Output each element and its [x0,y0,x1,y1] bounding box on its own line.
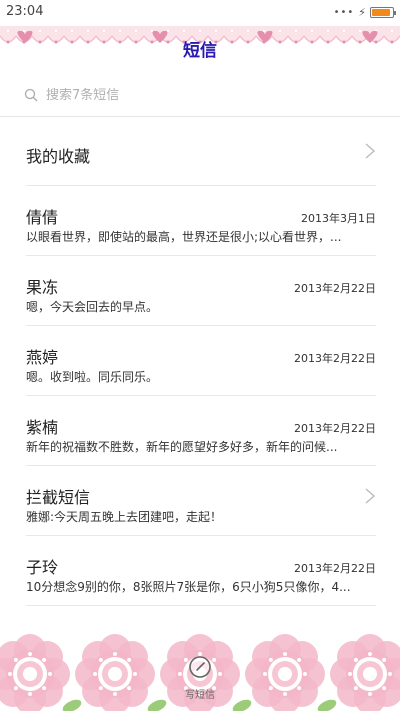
status-icons: ••• ⚡ [333,6,396,19]
blocked-messages-row[interactable]: 拦截短信 雅娜:今天周五晚上去团建吧，走起！ [26,466,376,536]
status-time: 23:04 [6,4,44,19]
favorites-label: 我的收藏 [26,147,91,166]
chevron-right-icon [365,143,376,159]
blocked-label: 拦截短信 [26,488,91,507]
contact-name: 燕婷 [26,348,59,367]
more-dots-icon: ••• [333,7,355,18]
status-bar: 23:04 ••• ⚡ [0,0,400,26]
conversation-row[interactable]: 果冻 2013年2月22日 嗯，今天会回去的早点。 [26,256,376,326]
message-date: 2013年3月1日 [301,212,376,225]
conversation-list: 我的收藏 倩倩 2013年3月1日 以眼看世界，即使站的最高，世界还是很小;以心… [0,117,400,606]
charging-icon: ⚡ [358,6,366,19]
search-input[interactable] [46,87,346,103]
conversation-row[interactable]: 紫楠 2013年2月22日 新年的祝福数不胜数，新年的愿望好多好多，新年的问候.… [26,396,376,466]
message-snippet: 新年的祝福数不胜数，新年的愿望好多好多，新年的问候... [26,440,338,454]
message-snippet: 嗯。收到啦。同乐同乐。 [26,370,159,384]
battery-icon [370,7,396,18]
contact-name: 倩倩 [26,208,59,227]
favorites-item[interactable]: 我的收藏 [26,117,376,186]
conversation-row[interactable]: 倩倩 2013年3月1日 以眼看世界，即使站的最高，世界还是很小;以心看世界，.… [26,186,376,256]
chevron-right-icon [365,488,376,504]
compose-label: 写短信 [185,690,215,701]
contact-name: 果冻 [26,278,59,297]
compose-button[interactable]: 写短信 [175,654,225,710]
message-date: 2013年2月22日 [294,352,376,365]
message-date: 2013年2月22日 [294,562,376,575]
header: 短信 [0,26,400,74]
message-snippet: 10分想念9别的你，8张照片7张是你，6只小狗5只像你，4... [26,580,351,594]
message-date: 2013年2月22日 [294,422,376,435]
message-snippet: 嗯，今天会回去的早点。 [26,300,159,314]
message-date: 2013年2月22日 [294,282,376,295]
conversation-row[interactable]: 子玲 2013年2月22日 10分想念9别的你，8张照片7张是你，6只小狗5只像… [26,536,376,606]
message-snippet: 雅娜:今天周五晚上去团建吧，走起！ [26,510,223,524]
contact-name: 紫楠 [26,418,59,437]
conversation-row[interactable]: 燕婷 2013年2月22日 嗯。收到啦。同乐同乐。 [26,326,376,396]
search-bar[interactable] [24,82,376,108]
search-icon [24,88,38,102]
contact-name: 子玲 [26,558,59,577]
message-snippet: 以眼看世界，即使站的最高，世界还是很小;以心看世界，... [26,230,342,244]
compose-icon [189,656,211,678]
page-title: 短信 [183,41,217,61]
